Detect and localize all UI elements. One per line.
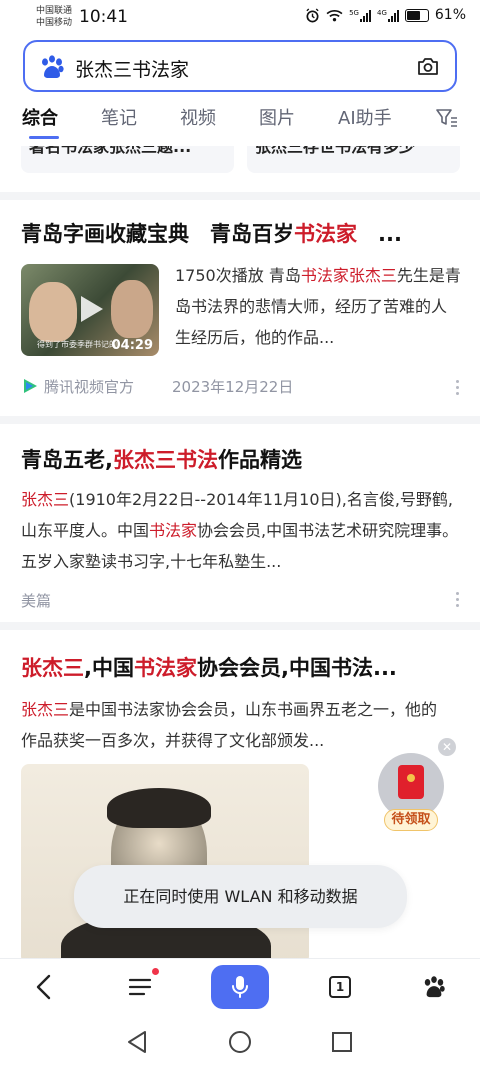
nav-back-icon[interactable] xyxy=(126,1030,148,1054)
carrier-info: 中国联通 中国移动 xyxy=(36,5,72,29)
related-search-chip[interactable]: 张杰三存世书法有多少 xyxy=(247,146,460,173)
photo-hair xyxy=(107,788,211,828)
system-navigation-bar xyxy=(0,1016,480,1067)
red-envelope-icon xyxy=(398,765,424,799)
battery-percent: 61% xyxy=(434,7,466,23)
tab-images[interactable]: 图片 xyxy=(259,104,295,130)
tencent-video-icon xyxy=(24,379,37,393)
result-image[interactable] xyxy=(21,764,309,964)
nav-home-icon[interactable] xyxy=(228,1030,252,1054)
baidu-home-button[interactable] xyxy=(412,967,456,1007)
related-searches: 著名书法家张杰三题... 张杰三存世书法有多少 xyxy=(0,146,480,192)
status-bar: 中国联通 中国移动 10:41 5G 4G 61% xyxy=(0,0,480,34)
active-tab-indicator xyxy=(29,136,59,139)
tabs-button[interactable]: 1 xyxy=(318,967,362,1007)
search-box[interactable]: 张杰三书法家 xyxy=(23,40,457,92)
search-input[interactable]: 张杰三书法家 xyxy=(75,55,189,82)
result-date: 2023年12月22日 xyxy=(172,378,294,396)
close-icon[interactable]: ✕ xyxy=(438,738,456,756)
result-title[interactable]: 张杰三,中国书法家协会会员,中国书法... xyxy=(21,652,397,682)
result-tabs: 综合 笔记 视频 图片 AI助手 xyxy=(0,104,480,144)
search-header: 张杰三书法家 综合 笔记 视频 图片 AI助手 xyxy=(0,34,480,146)
result-snippet: 张杰三(1910年2月22日--2014年11月10日),名言俊,号野鹤,山东平… xyxy=(21,490,459,571)
tab-count: 1 xyxy=(329,976,351,998)
play-icon xyxy=(81,296,103,322)
tab-video[interactable]: 视频 xyxy=(180,104,216,130)
clock: 10:41 xyxy=(79,7,128,27)
result-title[interactable]: 青岛字画收藏宝典 青岛百岁书法家 ... xyxy=(21,218,402,248)
wifi-icon xyxy=(326,9,343,21)
tab-ai-assistant[interactable]: AI助手 xyxy=(338,104,392,130)
result-source: 腾讯视频官方 xyxy=(44,378,135,396)
baidu-paw-icon xyxy=(424,976,445,998)
result-snippet: 1750次播放 青岛书法家张杰三先生是青岛书法界的悲情大师，经历了苦难的人生经历… xyxy=(175,266,461,347)
result-title[interactable]: 青岛五老,张杰三书法作品精选 xyxy=(21,444,302,474)
video-thumbnail[interactable]: 得到了市委季群书记的 04:29 xyxy=(21,264,159,356)
thumbnail-caption: 得到了市委季群书记的 xyxy=(37,340,117,349)
carrier-2: 中国移动 xyxy=(36,18,73,28)
microphone-icon xyxy=(232,976,248,998)
baidu-paw-icon xyxy=(42,55,64,78)
chevron-left-icon xyxy=(36,974,51,1000)
tab-notes[interactable]: 笔记 xyxy=(101,104,137,130)
voice-search-button[interactable] xyxy=(211,965,269,1009)
related-search-chip[interactable]: 著名书法家张杰三题... xyxy=(21,146,234,173)
more-options-icon[interactable] xyxy=(456,380,460,398)
tab-all[interactable]: 综合 xyxy=(22,104,58,130)
result-snippet: 张杰三是中国书法家协会会员，山东书画界五老之一，他的作品获奖一百多次，并获得了文… xyxy=(21,700,438,750)
result-card-article[interactable]: 青岛五老,张杰三书法作品精选 张杰三(1910年2月22日--2014年11月1… xyxy=(0,424,480,622)
back-button[interactable] xyxy=(22,967,66,1007)
red-packet-label: 待领取 xyxy=(384,809,438,831)
status-icons: 5G 4G 61% xyxy=(305,7,466,23)
alarm-icon xyxy=(306,7,319,22)
notification-dot xyxy=(152,968,159,975)
video-duration: 04:29 xyxy=(111,338,153,353)
filter-icon[interactable] xyxy=(436,108,458,128)
bottom-toolbar: 1 xyxy=(0,958,480,1016)
more-options-icon[interactable] xyxy=(456,592,460,610)
camera-icon[interactable] xyxy=(417,56,439,76)
battery-icon xyxy=(404,8,429,22)
thumbnail-person xyxy=(111,280,153,338)
menu-icon xyxy=(128,978,152,996)
carrier-1: 中国联通 xyxy=(36,6,73,16)
result-source: 美篇 xyxy=(21,592,52,610)
red-packet-button[interactable]: 待领取 xyxy=(378,753,444,831)
thumbnail-person xyxy=(29,282,77,342)
result-card-video[interactable]: 青岛字画收藏宝典 青岛百岁书法家 ... 得到了市委季群书记的 04:29 17… xyxy=(0,200,480,416)
signal-5g-icon: 5G xyxy=(349,9,371,22)
signal-4g-icon: 4G xyxy=(377,9,399,22)
nav-recents-icon[interactable] xyxy=(331,1031,353,1053)
network-toast: 正在同时使用 WLAN 和移动数据 xyxy=(74,865,407,928)
